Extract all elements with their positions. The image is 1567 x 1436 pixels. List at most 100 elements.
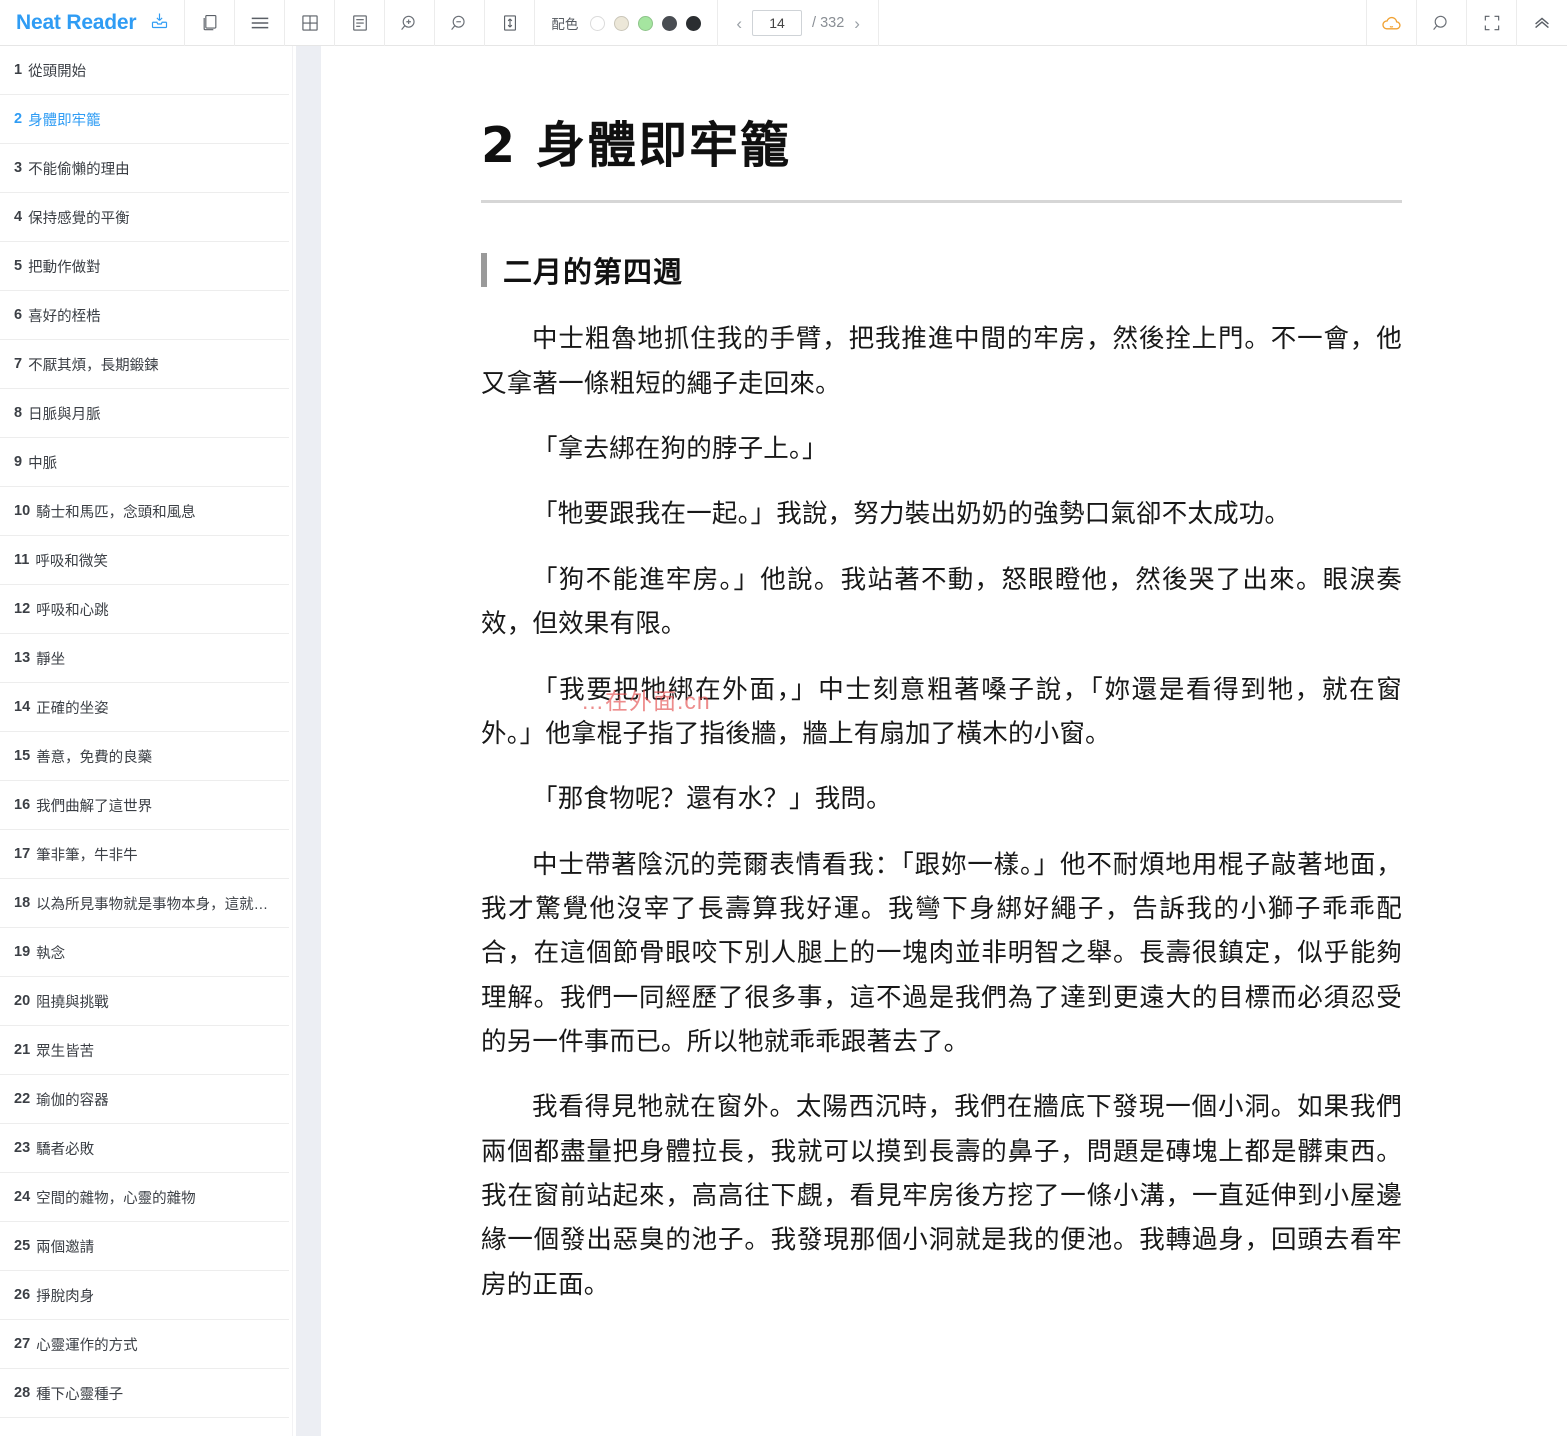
sidebar-item-label: 正確的坐姿 bbox=[36, 700, 109, 717]
sidebar-item-number: 1 bbox=[14, 62, 23, 78]
sidebar-item-20[interactable]: 20 阻撓與挑戰 bbox=[0, 977, 289, 1026]
sidebar-gutter bbox=[289, 46, 323, 1436]
prev-page-button[interactable]: ‹ bbox=[736, 15, 742, 32]
next-page-button[interactable]: › bbox=[854, 15, 860, 32]
sidebar-item-15[interactable]: 15 善意，免費的良藥 bbox=[0, 732, 289, 781]
zoom-out-icon[interactable] bbox=[435, 0, 486, 46]
sidebar-item-17[interactable]: 17 筆非筆，牛非牛 bbox=[0, 830, 289, 879]
sidebar-item-27[interactable]: 27 心靈運作的方式 bbox=[0, 1320, 289, 1369]
toolbar-spacer bbox=[879, 0, 1367, 45]
two-page-view-icon[interactable] bbox=[185, 0, 236, 46]
sidebar-item-19[interactable]: 19 執念 bbox=[0, 928, 289, 977]
sidebar-item-number: 13 bbox=[14, 650, 31, 666]
paragraph: 「牠要跟我在一起。」我說，努力裝出奶奶的強勢口氣卻不太成功。 bbox=[532, 499, 1291, 530]
sidebar-item-9[interactable]: 9 中脈 bbox=[0, 438, 289, 487]
theme-swatch-green[interactable] bbox=[638, 15, 654, 31]
sidebar-item-11[interactable]: 11 呼吸和微笑 bbox=[0, 536, 289, 585]
sidebar-item-18[interactable]: 18 以為所見事物就是事物本身，這就… bbox=[0, 879, 289, 928]
sidebar-item-label: 以為所見事物就是事物本身，這就… bbox=[36, 896, 269, 913]
sidebar-item-1[interactable]: 1 從頭開始 bbox=[0, 46, 289, 95]
sidebar-item-number: 9 bbox=[14, 454, 23, 470]
sidebar-item-label: 靜坐 bbox=[36, 651, 66, 668]
theme-swatch-beige[interactable] bbox=[614, 15, 630, 31]
sidebar-item-number: 27 bbox=[14, 1336, 31, 1352]
sidebar-item-10[interactable]: 10 騎士和馬匹，念頭和風息 bbox=[0, 487, 289, 536]
content-scrollbar-track[interactable] bbox=[296, 46, 321, 1436]
fullscreen-icon[interactable] bbox=[1467, 0, 1517, 46]
sidebar-item-2[interactable]: 2 身體即牢籠 bbox=[0, 95, 289, 144]
page-number-input[interactable] bbox=[752, 10, 803, 36]
total-pages-label: / 332 bbox=[812, 15, 845, 31]
sidebar-item-number: 6 bbox=[14, 307, 23, 323]
sidebar-item-label: 心靈運作的方式 bbox=[36, 1337, 138, 1354]
sidebar-item-3[interactable]: 3 不能偷懶的理由 bbox=[0, 144, 289, 193]
sidebar-item-number: 14 bbox=[14, 699, 31, 715]
brand-area: Neat Reader bbox=[0, 0, 186, 46]
theme-swatch-black[interactable] bbox=[686, 15, 702, 31]
text-layout-icon[interactable] bbox=[335, 0, 386, 46]
color-theme-picker[interactable]: 配色 bbox=[535, 0, 719, 46]
sidebar-item-number: 15 bbox=[14, 748, 31, 764]
sidebar-item-number: 16 bbox=[14, 797, 31, 813]
theme-swatch-white[interactable] bbox=[590, 15, 606, 31]
sidebar-item-number: 24 bbox=[14, 1189, 31, 1205]
paragraph: 我看得見牠就在窗外。太陽西沉時，我們在牆底下發現一個小洞。如果我們兩個都盡量把身… bbox=[481, 1092, 1402, 1300]
sidebar-item-number: 18 bbox=[14, 895, 31, 911]
gutter-divider bbox=[292, 46, 293, 1436]
sidebar-item-22[interactable]: 22 瑜伽的容器 bbox=[0, 1075, 289, 1124]
sidebar-item-label: 不厭其煩，長期鍛鍊 bbox=[28, 357, 159, 374]
table-of-contents-sidebar[interactable]: 1 從頭開始 2 身體即牢籠 3 不能偷懶的理由 4 保持感覺的平衡 5 把動作做對 6 喜好的桎梏 7… bbox=[0, 46, 289, 1436]
sidebar-item-label: 我們曲解了這世界 bbox=[36, 798, 153, 815]
sidebar-item-16[interactable]: 16 我們曲解了這世界 bbox=[0, 781, 289, 830]
sidebar-item-5[interactable]: 5 把動作做對 bbox=[0, 242, 289, 291]
search-icon[interactable] bbox=[1417, 0, 1467, 46]
body-text: 中士粗魯地抓住我的手臂，把我推進中間的牢房，然後拴上門。不一會，他又拿著一條粗短… bbox=[481, 317, 1402, 1307]
top-toolbar: Neat Reader 配色 ‹ 14 / 332 › bbox=[0, 0, 1567, 46]
sidebar-item-number: 10 bbox=[14, 503, 31, 519]
sidebar-item-4[interactable]: 4 保持感覺的平衡 bbox=[0, 193, 289, 242]
zoom-in-icon[interactable] bbox=[385, 0, 436, 46]
sidebar-item-28[interactable]: 28 種下心靈種子 bbox=[0, 1369, 289, 1418]
sidebar-item-number: 5 bbox=[14, 258, 23, 274]
collapse-toolbar-icon[interactable] bbox=[1517, 0, 1567, 46]
sidebar-item-number: 4 bbox=[14, 209, 23, 225]
sidebar-item-label: 喜好的桎梏 bbox=[28, 308, 101, 325]
sidebar-item-number: 19 bbox=[14, 944, 31, 960]
sidebar-item-number: 21 bbox=[14, 1042, 31, 1058]
paragraph: 「狗不能進牢房。」他說。我站著不動，怒眼瞪他，然後哭了出來。眼淚奏效，但效果有限… bbox=[481, 564, 1402, 640]
sidebar-item-24[interactable]: 24 空間的雜物，心靈的雜物 bbox=[0, 1173, 289, 1222]
grid-view-icon[interactable] bbox=[285, 0, 336, 46]
page-navigation: ‹ / 332 › bbox=[718, 0, 879, 46]
sidebar-item-8[interactable]: 8 日脈與月脈 bbox=[0, 389, 289, 438]
sidebar-item-23[interactable]: 23 驕者必敗 bbox=[0, 1124, 289, 1173]
sidebar-item-12[interactable]: 12 呼吸和心跳 bbox=[0, 585, 289, 634]
sidebar-item-6[interactable]: 6 喜好的桎梏 bbox=[0, 291, 289, 340]
sidebar-item-label: 種下心靈種子 bbox=[36, 1386, 124, 1403]
reader-content-pane: 2 身體即牢籠 二月的第四週 中士粗魯地抓住我的手臂，把我推進中間的牢房，然後拴… bbox=[323, 46, 1567, 1436]
paragraph: 「拿去綁在狗的脖子上。」 bbox=[532, 434, 828, 465]
sidebar-item-21[interactable]: 21 眾生皆苦 bbox=[0, 1026, 289, 1075]
theme-swatch-darkgray[interactable] bbox=[662, 15, 678, 31]
sidebar-item-label: 騎士和馬匹，念頭和風息 bbox=[36, 504, 196, 521]
sidebar-item-number: 20 bbox=[14, 993, 31, 1009]
line-height-icon[interactable] bbox=[485, 0, 536, 46]
cloud-sync-icon[interactable] bbox=[1367, 0, 1417, 46]
sidebar-item-label: 日脈與月脈 bbox=[28, 406, 101, 423]
sidebar-item-number: 8 bbox=[14, 405, 23, 421]
sidebar-item-7[interactable]: 7 不厭其煩，長期鍛鍊 bbox=[0, 340, 289, 389]
sidebar-item-label: 阻撓與挑戰 bbox=[36, 994, 109, 1011]
sidebar-item-label: 空間的雜物，心靈的雜物 bbox=[36, 1190, 196, 1207]
sidebar-item-label: 執念 bbox=[36, 945, 66, 962]
sidebar-item-label: 從頭開始 bbox=[28, 63, 87, 80]
sidebar-item-number: 28 bbox=[14, 1385, 31, 1401]
sidebar-item-13[interactable]: 13 靜坐 bbox=[0, 634, 289, 683]
sidebar-item-label: 呼吸和心跳 bbox=[36, 602, 109, 619]
sidebar-item-25[interactable]: 25 兩個邀請 bbox=[0, 1222, 289, 1271]
sidebar-item-number: 2 bbox=[14, 111, 23, 127]
sidebar-item-14[interactable]: 14 正確的坐姿 bbox=[0, 683, 289, 732]
save-to-library-icon[interactable] bbox=[149, 10, 170, 36]
menu-icon[interactable] bbox=[235, 0, 286, 46]
sidebar-item-26[interactable]: 26 掙脫肉身 bbox=[0, 1271, 289, 1320]
sidebar-item-label: 掙脫肉身 bbox=[36, 1288, 95, 1305]
paragraph: 「那食物呢？還有水？」我問。 bbox=[532, 784, 892, 815]
